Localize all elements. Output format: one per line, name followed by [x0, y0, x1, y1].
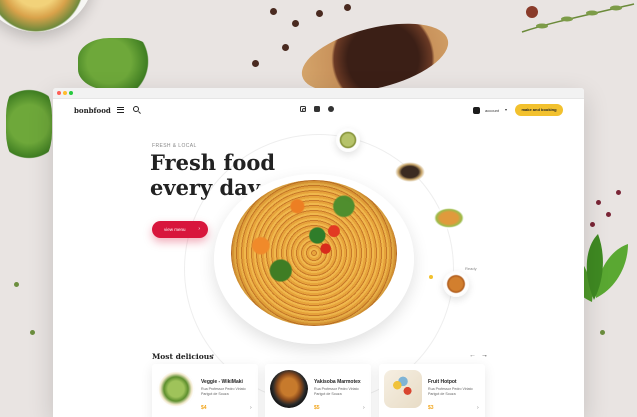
- dish-card[interactable]: Fruit Hotpot Rua Professor Pedro Viriato…: [379, 364, 485, 417]
- instagram-icon[interactable]: [300, 106, 306, 112]
- chevron-right-icon[interactable]: ›: [212, 353, 214, 359]
- background-clove: [252, 60, 259, 67]
- minimize-dot-icon[interactable]: [63, 91, 67, 95]
- maximize-dot-icon[interactable]: [69, 91, 73, 95]
- background-clove: [292, 20, 299, 27]
- window-titlebar: [53, 88, 584, 99]
- facebook-icon[interactable]: [328, 106, 334, 112]
- background-peppercorn: [616, 190, 621, 195]
- background-herb: [78, 38, 156, 90]
- arrow-right-icon[interactable]: →: [481, 352, 488, 359]
- brand-logo[interactable]: bonbfood: [74, 106, 111, 115]
- background-herb-bit: [14, 282, 19, 287]
- dish-card[interactable]: Yakisoba Marmotex Rua Professor Pedro Vi…: [265, 364, 371, 417]
- dish-card-title: Veggie - WikiMaki: [201, 379, 243, 385]
- background-herb-bit: [30, 330, 35, 335]
- background-herb-bit: [600, 330, 605, 335]
- hero-eyebrow: FRESH & LOCAL: [152, 143, 197, 149]
- dish-card-description: Rua Professor Pedro Viriato Parigot de S…: [428, 387, 473, 396]
- chevron-down-icon[interactable]: ▾: [505, 107, 507, 112]
- orbit-dish-label: Ready: [465, 266, 477, 271]
- orbit-dish-thumbnail[interactable]: [431, 206, 467, 230]
- close-dot-icon[interactable]: [57, 91, 61, 95]
- view-menu-label: view menu: [164, 227, 186, 232]
- dish-card-price: $4: [201, 405, 207, 411]
- background-peppercorn: [596, 200, 601, 205]
- background-thyme-sprig: [521, 3, 635, 33]
- section-title: Most delicious: [152, 352, 214, 361]
- background-noodle-bowl: [0, 0, 94, 32]
- account-label[interactable]: account: [485, 108, 499, 113]
- orbit-active-dot: [429, 275, 433, 279]
- chevron-right-icon[interactable]: ›: [363, 405, 365, 411]
- background-clove: [282, 44, 289, 51]
- booking-button[interactable]: make and booking: [515, 104, 563, 116]
- orbit-dish-thumbnail[interactable]: [336, 128, 360, 152]
- browser-window: bonbfood account ▾ make and booking FRES…: [53, 88, 584, 417]
- background-clove: [344, 4, 351, 11]
- background-peppercorn: [606, 212, 611, 217]
- dish-card-description: Rua Professor Pedro Viriato Parigot de S…: [314, 387, 359, 396]
- dish-card-image: [270, 370, 308, 408]
- dish-card-description: Rua Professor Pedro Viriato Parigot de S…: [201, 387, 246, 396]
- featured-dish-image: [231, 180, 397, 326]
- top-navigation: bonbfood account ▾ make and booking: [53, 99, 584, 121]
- chevron-right-icon[interactable]: ›: [250, 405, 252, 411]
- orbit-dish-thumbnail[interactable]: [395, 162, 425, 182]
- dish-card-title: Fruit Hotpot: [428, 379, 457, 385]
- linkedin-icon[interactable]: [314, 106, 320, 112]
- dish-card[interactable]: Veggie - WikiMaki Rua Professor Pedro Vi…: [152, 364, 258, 417]
- chevron-right-icon: ›: [198, 226, 200, 232]
- dish-card-price: $3: [428, 405, 434, 411]
- dish-card-image: [384, 370, 422, 408]
- background-herb: [6, 82, 52, 166]
- hamburger-menu-icon[interactable]: [117, 107, 124, 113]
- background-clove: [316, 10, 323, 17]
- account-avatar-icon[interactable]: [473, 107, 480, 114]
- dish-card-image: [157, 370, 195, 408]
- search-icon[interactable]: [133, 106, 139, 112]
- arrow-left-icon[interactable]: ←: [469, 352, 476, 359]
- dish-card-title: Yakisoba Marmotex: [314, 379, 361, 385]
- background-peppercorn: [590, 222, 595, 227]
- dish-card-price: $5: [314, 405, 320, 411]
- view-menu-button[interactable]: view menu ›: [152, 221, 208, 238]
- orbit-dish-thumbnail[interactable]: [443, 271, 469, 297]
- headline-line-1: Fresh food: [150, 150, 276, 175]
- background-clove: [270, 8, 277, 15]
- chevron-right-icon[interactable]: ›: [477, 405, 479, 411]
